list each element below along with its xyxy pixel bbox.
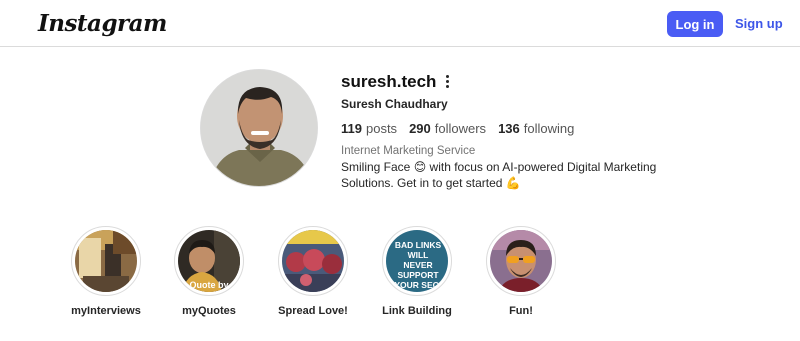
following-label: following [523, 121, 575, 136]
followers-count: 290 [409, 121, 431, 136]
highlight-myinterviews[interactable]: myInterviews [61, 226, 151, 317]
instagram-logo[interactable]: Instagram [38, 10, 167, 37]
highlight-label: myInterviews [71, 305, 141, 317]
highlight-link-building[interactable]: BAD LINKS WILL NEVER SUPPORT YOUR SEO. L… [372, 226, 462, 317]
highlight-ring [71, 226, 141, 296]
highlight-label: myQuotes [182, 305, 236, 317]
flexed-biceps-emoji: 💪 [505, 176, 521, 190]
cover-text: BAD LINKS WILL NEVER SUPPORT YOUR SEO. [394, 240, 442, 290]
profile-photo [201, 70, 317, 186]
highlight-ring [278, 226, 348, 296]
highlight-label: Link Building [382, 305, 452, 317]
profile-full-name: Suresh Chaudhary [341, 97, 448, 111]
highlight-label: Fun! [509, 305, 533, 317]
profile-username: suresh.tech [341, 72, 437, 91]
signup-link[interactable]: Sign up [735, 16, 783, 31]
highlight-cover [490, 230, 552, 292]
smiling-face-emoji: 😊 [413, 160, 427, 174]
profile-bio: Smiling Face 😊 with focus on AI-powered … [341, 159, 661, 191]
bio-text-1: Smiling Face [341, 160, 414, 174]
highlight-ring: Quote by [174, 226, 244, 296]
highlight-cover [282, 230, 344, 292]
followers-label: followers [434, 121, 487, 136]
cover-text: Quote by [189, 280, 228, 290]
highlight-myquotes[interactable]: Quote by myQuotes [164, 226, 254, 317]
highlight-cover: Quote by [178, 230, 240, 292]
highlight-label: Spread Love! [278, 305, 348, 317]
highlight-cover: BAD LINKS WILL NEVER SUPPORT YOUR SEO. [386, 230, 448, 292]
profile-category: Internet Marketing Service [341, 145, 476, 157]
posts-count: 119 [341, 121, 362, 136]
following-stat[interactable]: 136 following [498, 121, 574, 136]
posts-label: posts [365, 121, 398, 136]
highlight-spread-love[interactable]: Spread Love! [268, 226, 358, 317]
top-nav-bar: Instagram Log in Sign up [0, 0, 800, 47]
highlight-ring: BAD LINKS WILL NEVER SUPPORT YOUR SEO. [382, 226, 452, 296]
highlight-ring [486, 226, 556, 296]
followers-stat[interactable]: 290 followers [409, 121, 486, 136]
more-options-icon[interactable] [440, 73, 454, 89]
highlight-fun[interactable]: Fun! [476, 226, 566, 317]
following-count: 136 [498, 121, 520, 136]
highlight-cover [75, 230, 137, 292]
login-button[interactable]: Log in [667, 11, 723, 37]
profile-stats: 119 posts 290 followers 136 following [341, 121, 574, 136]
posts-stat: 119 posts [341, 121, 397, 136]
profile-avatar[interactable] [200, 69, 318, 187]
